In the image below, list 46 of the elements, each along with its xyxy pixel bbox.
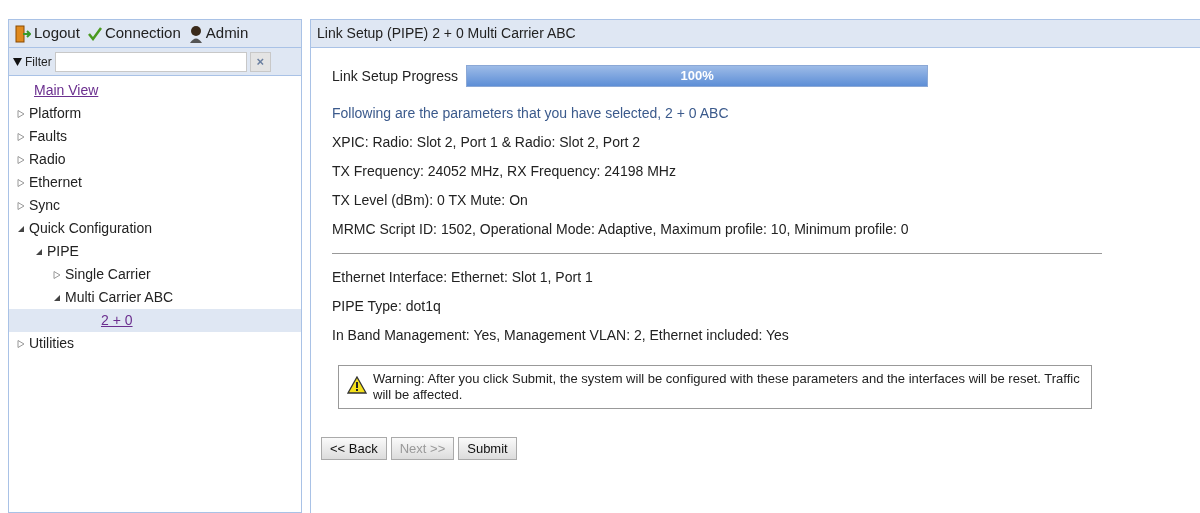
tree-item[interactable]: PIPE (47, 241, 79, 262)
tree-link[interactable]: 2 + 0 (101, 310, 133, 331)
filter-label[interactable]: Filter (25, 52, 52, 71)
door-icon (15, 24, 31, 43)
progress-reading: 100% (679, 67, 715, 86)
tree-item[interactable]: Ethernet (29, 172, 82, 193)
tree-item[interactable]: Radio (29, 149, 66, 170)
collapsed-triangle-icon[interactable] (17, 155, 25, 164)
warning-icon (347, 376, 367, 394)
collapsed-triangle-icon[interactable] (17, 132, 25, 141)
collapsed-triangle-icon[interactable] (17, 109, 25, 118)
parameter-text: PIPE Type: dot1q (332, 297, 442, 316)
tree-link[interactable]: Main View (34, 80, 99, 101)
expanded-triangle-icon[interactable] (35, 247, 43, 256)
connection-link[interactable]: Connection (104, 22, 181, 45)
parameter-text: TX Level (dBm): 0 TX Mute: On (332, 191, 529, 210)
tree-item[interactable]: Single Carrier (65, 264, 151, 285)
filter-field[interactable] (54, 51, 247, 72)
expanded-triangle-icon[interactable] (53, 293, 61, 302)
parameter-text: MRMC Script ID: 1502, Operational Mode: Adaptive, Maximum profile: 10, Minimum profile: 0 (332, 220, 910, 239)
expanded-triangle-icon[interactable] (17, 224, 25, 233)
panel-title: Link Setup (PIPE) 2 + 0 Multi Carrier ABC (311, 20, 1200, 48)
tree-item[interactable]: Platform (29, 103, 82, 124)
tree-item[interactable]: Utilities (29, 333, 75, 354)
tree-item[interactable]: Faults (29, 126, 68, 147)
user-icon (188, 24, 203, 43)
parameter-text: In Band Management: Yes, Management VLAN: 2, Ethernet included: Yes (332, 326, 790, 345)
triangle-down-icon[interactable] (13, 57, 22, 66)
tree-item[interactable]: Quick Configuration (29, 218, 152, 239)
collapsed-triangle-icon[interactable] (17, 178, 25, 187)
collapsed-triangle-icon[interactable] (17, 339, 25, 348)
checkmark-icon (87, 26, 102, 41)
parameter-text: Ethernet Interface: Ethernet: Slot 1, Port 1 (332, 268, 594, 287)
intro-text: Following are the parameters that you have selected, 2 + 0 ABC (332, 104, 730, 123)
tree-item[interactable]: Sync (29, 195, 61, 216)
admin-link[interactable]: Admin (205, 22, 249, 45)
collapsed-triangle-icon[interactable] (17, 201, 25, 210)
tree-item[interactable]: Multi Carrier ABC (65, 287, 174, 308)
warning-text: Warning: After you click Submit, the system will be configured with these parameters and the interfaces will be reset. Traffic will be affected. (373, 371, 1081, 403)
progress-label: Link Setup Progress (332, 66, 459, 86)
parameter-text: XPIC: Radio: Slot 2, Port 1 & Radio: Slot 2, Port 2 (332, 133, 642, 152)
logout-link[interactable]: Logout (34, 22, 80, 45)
collapsed-triangle-icon[interactable] (53, 270, 61, 279)
nav-button[interactable]: Submit (458, 437, 517, 460)
parameter-text: TX Frequency: 24052 MHz, RX Frequency: 24198 MHz (332, 162, 677, 181)
nav-button[interactable]: << Back (321, 437, 387, 460)
